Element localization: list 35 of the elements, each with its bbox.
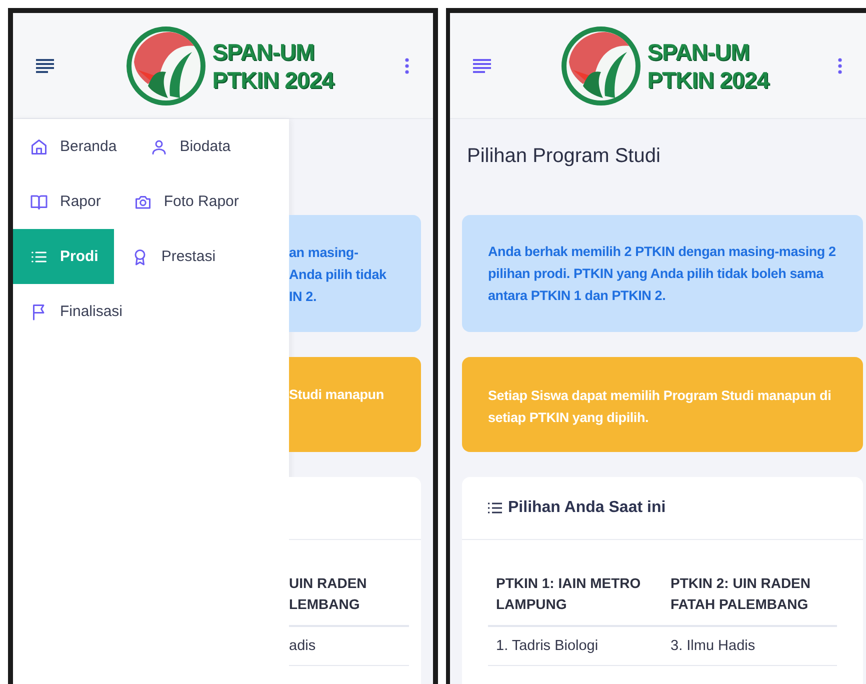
- logo-emblem-icon: [126, 26, 206, 106]
- menu-item[interactable]: Prestasi: [114, 229, 232, 284]
- menu-item[interactable]: Biodata: [132, 119, 247, 174]
- menu-icon[interactable]: [472, 58, 492, 72]
- logo-text: SPAN-UM: [647, 38, 750, 66]
- column-header: UIN RADEN: [289, 574, 367, 593]
- logo-text: PTKIN 2024: [212, 66, 334, 94]
- more-options-icon[interactable]: [838, 58, 842, 74]
- menu-item[interactable]: Finalisasi: [13, 284, 139, 339]
- logo-text: SPAN-UM: [212, 38, 314, 66]
- notice-text: Setiap Siswa dapat memilih Program Studi manapun di setiap PTKIN yang dipilih.: [488, 387, 832, 427]
- user-icon: [150, 138, 168, 156]
- info-text: Anda berhak memilih 2 PTKIN dengan masing-masing 2 pilihan prodi. PTKIN yang Anda pilih tidak boleh sama antara PTKIN 1 dan PTKIN 2.: [488, 243, 837, 305]
- info-text: Anda pilih tidak: [289, 266, 386, 284]
- home-icon: [30, 138, 48, 156]
- menu-item[interactable]: Foto Rapor: [116, 174, 255, 229]
- column-header: LEMBANG: [289, 595, 360, 614]
- more-options-icon[interactable]: [405, 58, 409, 74]
- column-header: PTKIN 2: UIN RADEN FATAH PALEMBANG: [670, 574, 812, 614]
- logo-text: PTKIN 2024: [647, 66, 769, 94]
- table-cell-text: 1. Tadris Biologi: [495, 637, 600, 656]
- page-title: Pilihan Program Studi: [467, 145, 660, 168]
- menu-item[interactable]: Rapor: [13, 174, 117, 229]
- info-text: an masing-: [289, 244, 358, 262]
- menu-item[interactable]: Beranda: [13, 119, 133, 174]
- book-icon: [30, 192, 48, 210]
- menu-icon[interactable]: [35, 58, 55, 72]
- notice-text: Studi manapun: [289, 386, 384, 404]
- table-cell-text: 3. Ilmu Hadis: [670, 637, 756, 656]
- column-header: PTKIN 1: IAIN METRO LAMPUNG: [495, 574, 642, 614]
- list-icon: [488, 502, 502, 514]
- info-text: IN 2.: [289, 288, 317, 306]
- card-title: Pilihan Anda Saat ini: [508, 499, 666, 517]
- table-cell: adis: [289, 627, 409, 666]
- logo-emblem-icon: [561, 26, 642, 106]
